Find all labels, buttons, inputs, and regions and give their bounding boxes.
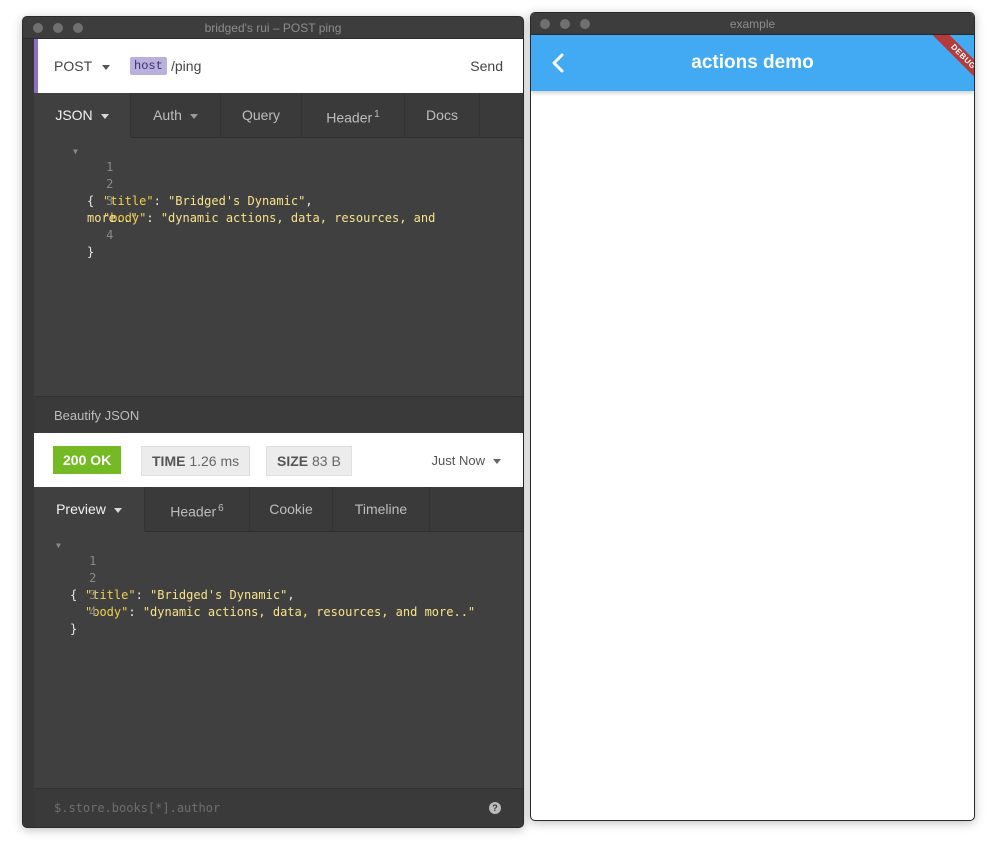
tab-cookie-label: Cookie [269,501,313,517]
request-url-bar: POST host /ping Send [34,39,523,93]
code-line: 4 } [34,587,523,636]
tab-header-label: Header [326,109,373,126]
method-select[interactable]: POST [54,58,111,74]
tab-docs-label: Docs [426,107,458,123]
right-titlebar: example [531,13,974,35]
time-value: 1.26 ms [189,453,240,469]
help-icon[interactable]: ? [489,802,501,814]
api-client-window: bridged's rui – POST ping POST host /pin… [22,16,524,828]
tab-docs[interactable]: Docs [405,93,480,137]
request-body-editor[interactable]: 1 ▼ { 2 "title": "Bridged's Dynamic", 3 … [34,138,523,396]
chevron-down-icon [493,459,501,465]
code-line: 4 } [34,210,523,259]
tab-preview-label: Preview [56,501,106,517]
app-bar: actions demo [531,35,974,91]
sidebar-strip [23,39,34,827]
request-tabs: JSON Auth Query Header 1 Docs [34,93,523,138]
window-title: bridged's rui – POST ping [204,21,342,35]
jsonpath-filter-input[interactable]: $.store.books[*].author [54,801,220,815]
code-line: 3 "body": "dynamic actions, data, resour… [34,176,523,225]
flutter-app-window: example actions demo DEBUG [530,12,975,821]
host-variable-tag[interactable]: host [130,57,167,75]
method-label: POST [54,58,93,74]
tab-response-header[interactable]: Header 6 [145,487,250,531]
beautify-json-button[interactable]: Beautify JSON [54,408,139,423]
tab-json[interactable]: JSON [34,93,131,138]
code-line: 1 ▼ { [34,536,523,602]
chevron-down-icon [102,64,111,70]
tab-header[interactable]: Header 1 [302,93,405,137]
response-status-bar: 200 OK TIME 1.26 ms SIZE 83 B Just Now [34,433,523,487]
time-badge: TIME 1.26 ms [141,446,251,476]
response-filter-bar: $.store.books[*].author ? [34,788,523,827]
url-path-input[interactable]: /ping [171,58,201,74]
size-value: 83 B [312,453,341,469]
status-badge: 200 OK [53,446,122,474]
code-line-wrap: more.." [34,193,523,225]
chevron-down-icon [113,507,122,513]
tab-query-label: Query [241,107,281,123]
request-accent-stripe [34,39,38,93]
response-preview-viewer[interactable]: 1 ▼ { 2 "title": "Bridged's Dynamic", 3 … [34,532,523,788]
response-history-dropdown[interactable]: Just Now [432,453,501,468]
chevron-down-icon [100,113,109,119]
json-separator: : [128,605,143,619]
tab-response-header-label: Header [170,503,217,520]
code-text: } [87,245,95,259]
send-button[interactable]: Send [470,58,503,74]
debug-banner-label: DEBUG [926,35,974,94]
history-label: Just Now [431,453,485,468]
line-number: 4 [89,605,97,619]
code-line: 3 "body": "dynamic actions, data, resour… [34,570,523,619]
size-label: SIZE [277,453,309,469]
size-badge: SIZE 83 B [266,446,352,476]
debug-banner: DEBUG [914,35,974,95]
chevron-down-icon [189,113,198,119]
time-label: TIME [152,453,186,469]
tab-preview[interactable]: Preview [34,487,145,532]
code-text: } [70,622,78,636]
fold-arrow-icon[interactable]: ▼ [73,143,78,160]
left-titlebar: bridged's rui – POST ping [23,17,523,39]
tab-auth-label: Auth [153,107,182,123]
line-number: 4 [106,228,114,242]
fold-arrow-icon[interactable]: ▼ [56,537,61,554]
tab-timeline-label: Timeline [354,501,408,517]
code-line: 1 ▼ { [34,142,523,208]
header-count-badge: 1 [374,109,380,120]
beautify-bar: Beautify JSON [34,396,523,433]
tab-query[interactable]: Query [221,93,302,137]
window-title: example [729,17,776,31]
code-text: "body": "dynamic actions, data, resource… [85,604,475,621]
tab-cookie[interactable]: Cookie [250,487,333,531]
tab-json-label: JSON [55,107,93,123]
tab-auth[interactable]: Auth [131,93,221,137]
code-line: 2 "title": "Bridged's Dynamic", [34,553,523,602]
code-line: 2 "title": "Bridged's Dynamic", [34,159,523,208]
tab-timeline[interactable]: Timeline [333,487,430,531]
app-bar-title: actions demo [691,52,814,73]
response-tabs: Preview Header 6 Cookie Timeline [34,487,523,532]
header-count-badge: 6 [218,503,224,514]
json-value: "dynamic actions, data, resources, and m… [142,605,476,619]
